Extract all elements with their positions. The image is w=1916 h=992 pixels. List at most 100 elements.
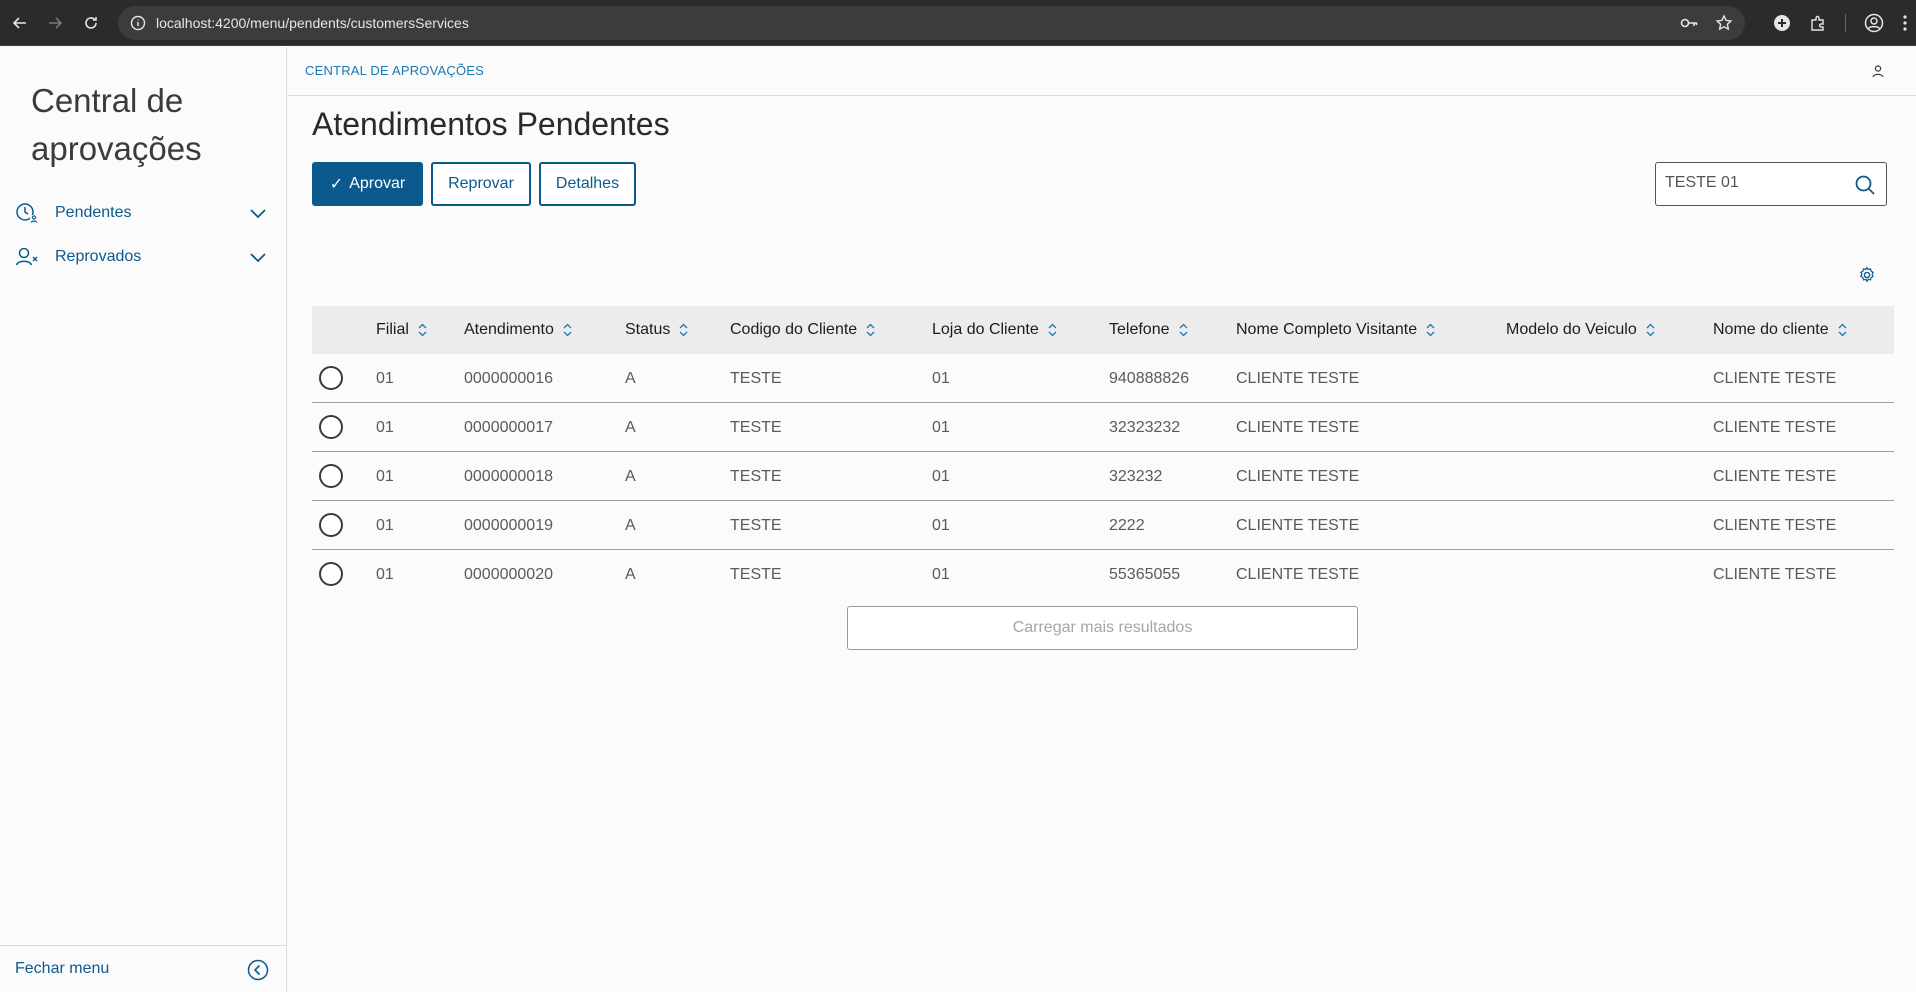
cell-nome-cliente: CLIENTE TESTE bbox=[1713, 369, 1837, 387]
load-more-label: Carregar mais resultados bbox=[1012, 619, 1193, 636]
arrow-left-icon bbox=[12, 17, 26, 29]
table-row[interactable]: 01 0000000019 A TESTE 01 2222 CLIENTE TE… bbox=[312, 501, 1894, 550]
cell-atendimento: 0000000016 bbox=[464, 369, 553, 387]
cell-telefone: 323232 bbox=[1109, 467, 1163, 485]
extensions-puzzle-icon[interactable] bbox=[1809, 14, 1827, 32]
clock-user-icon bbox=[16, 203, 38, 223]
sidebar-item-reprovados[interactable]: Reprovados bbox=[0, 237, 287, 277]
cell-filial: 01 bbox=[376, 369, 394, 387]
page-title: Atendimentos Pendentes bbox=[312, 106, 670, 142]
table-header: Filial Atendimento Status Codigo do Clie… bbox=[312, 306, 1894, 354]
column-header-nome-visitante[interactable]: Nome Completo Visitante bbox=[1236, 306, 1435, 354]
arrow-right-icon bbox=[49, 17, 63, 29]
cell-nome-visitante: CLIENTE TESTE bbox=[1236, 516, 1360, 534]
table-row[interactable]: 01 0000000017 A TESTE 01 32323232 CLIENT… bbox=[312, 403, 1894, 452]
cell-nome-cliente: CLIENTE TESTE bbox=[1713, 516, 1837, 534]
extension-plus-icon[interactable] bbox=[1773, 14, 1791, 32]
details-button[interactable]: Detalhes bbox=[539, 162, 636, 206]
cell-telefone: 32323232 bbox=[1109, 418, 1181, 436]
row-select-radio[interactable] bbox=[319, 513, 343, 537]
cell-telefone: 2222 bbox=[1109, 516, 1145, 534]
cell-nome-cliente: CLIENTE TESTE bbox=[1713, 418, 1837, 436]
row-select-radio[interactable] bbox=[319, 366, 343, 390]
column-header-atendimento[interactable]: Atendimento bbox=[464, 306, 572, 354]
cell-codigo-cliente: TESTE bbox=[730, 565, 782, 583]
cell-telefone: 940888826 bbox=[1109, 369, 1190, 387]
approve-button[interactable]: ✓ Aprovar bbox=[312, 162, 423, 206]
column-header-telefone[interactable]: Telefone bbox=[1109, 306, 1188, 354]
gear-icon[interactable] bbox=[1858, 266, 1876, 284]
cell-atendimento: 0000000020 bbox=[464, 565, 553, 583]
search-icon[interactable] bbox=[1854, 174, 1876, 196]
table-row[interactable]: 01 0000000020 A TESTE 01 55365055 CLIENT… bbox=[312, 550, 1894, 599]
column-header-loja-cliente[interactable]: Loja do Cliente bbox=[932, 306, 1057, 354]
sort-icon bbox=[563, 323, 572, 337]
chevron-left-circle-icon bbox=[247, 959, 269, 981]
user-x-icon bbox=[15, 247, 38, 266]
row-select-radio[interactable] bbox=[319, 464, 343, 488]
cell-loja-cliente: 01 bbox=[932, 516, 950, 534]
search-field[interactable] bbox=[1655, 162, 1887, 206]
load-more-button[interactable]: Carregar mais resultados bbox=[847, 606, 1358, 650]
check-icon: ✓ bbox=[329, 176, 344, 193]
sidebar-item-label: Reprovados bbox=[55, 248, 142, 265]
chevron-down-icon bbox=[250, 209, 266, 219]
cell-codigo-cliente: TESTE bbox=[730, 467, 782, 485]
profile-avatar-icon[interactable] bbox=[1864, 13, 1884, 33]
data-table: Filial Atendimento Status Codigo do Clie… bbox=[312, 306, 1894, 599]
address-bar[interactable]: localhost:4200/menu/pendents/customersSe… bbox=[118, 6, 1745, 40]
app-title: Central de aprovações bbox=[31, 82, 202, 167]
sidebar-item-pendentes[interactable]: Pendentes bbox=[0, 193, 287, 233]
column-header-nome-cliente[interactable]: Nome do cliente bbox=[1713, 306, 1847, 354]
forward-button[interactable] bbox=[38, 6, 72, 40]
cell-atendimento: 0000000019 bbox=[464, 516, 553, 534]
cell-atendimento: 0000000018 bbox=[464, 467, 553, 485]
cell-status: A bbox=[625, 467, 636, 485]
row-select-radio[interactable] bbox=[319, 415, 343, 439]
cell-loja-cliente: 01 bbox=[932, 467, 950, 485]
cell-status: A bbox=[625, 369, 636, 387]
reject-button[interactable]: Reprovar bbox=[431, 162, 531, 206]
column-header-codigo-cliente[interactable]: Codigo do Cliente bbox=[730, 306, 875, 354]
browser-toolbar: localhost:4200/menu/pendents/customersSe… bbox=[0, 0, 1916, 46]
cell-status: A bbox=[625, 565, 636, 583]
close-menu-button[interactable]: Fechar menu bbox=[0, 945, 287, 992]
reload-button[interactable] bbox=[74, 6, 108, 40]
column-header-status[interactable]: Status bbox=[625, 306, 688, 354]
sidebar: Central de aprovações Pendentes Reprovad… bbox=[0, 47, 287, 992]
cell-nome-visitante: CLIENTE TESTE bbox=[1236, 467, 1360, 485]
cell-nome-visitante: CLIENTE TESTE bbox=[1236, 369, 1360, 387]
cell-loja-cliente: 01 bbox=[932, 418, 950, 436]
breadcrumb[interactable]: CENTRAL DE APROVAÇÕES bbox=[305, 63, 484, 78]
cell-filial: 01 bbox=[376, 418, 394, 436]
cell-codigo-cliente: TESTE bbox=[730, 418, 782, 436]
cell-filial: 01 bbox=[376, 516, 394, 534]
sort-icon bbox=[1426, 323, 1435, 337]
bookmark-star-icon[interactable] bbox=[1715, 14, 1733, 32]
cell-status: A bbox=[625, 516, 636, 534]
column-header-modelo-veiculo[interactable]: Modelo do Veiculo bbox=[1506, 306, 1655, 354]
password-key-icon[interactable] bbox=[1679, 15, 1699, 31]
table-row[interactable]: 01 0000000016 A TESTE 01 940888826 CLIEN… bbox=[312, 354, 1894, 403]
search-input[interactable] bbox=[1665, 174, 1845, 192]
sort-icon bbox=[1048, 323, 1057, 337]
cell-status: A bbox=[625, 418, 636, 436]
cell-filial: 01 bbox=[376, 565, 394, 583]
cell-telefone: 55365055 bbox=[1109, 565, 1181, 583]
cell-codigo-cliente: TESTE bbox=[730, 516, 782, 534]
page-header: CENTRAL DE APROVAÇÕES bbox=[288, 47, 1916, 96]
back-button[interactable] bbox=[3, 6, 37, 40]
sort-icon bbox=[866, 323, 875, 337]
toolbar-divider bbox=[1845, 14, 1846, 32]
site-info-icon[interactable] bbox=[130, 15, 146, 31]
sort-icon bbox=[1646, 323, 1655, 337]
cell-nome-cliente: CLIENTE TESTE bbox=[1713, 467, 1837, 485]
table-row[interactable]: 01 0000000018 A TESTE 01 323232 CLIENTE … bbox=[312, 452, 1894, 501]
sort-icon bbox=[418, 323, 427, 337]
more-vertical-icon[interactable] bbox=[1902, 14, 1908, 32]
row-select-radio[interactable] bbox=[319, 562, 343, 586]
column-header-filial[interactable]: Filial bbox=[376, 306, 427, 354]
url-text: localhost:4200/menu/pendents/customersSe… bbox=[156, 15, 469, 31]
chevron-down-icon bbox=[250, 253, 266, 263]
user-icon[interactable] bbox=[1871, 64, 1885, 78]
